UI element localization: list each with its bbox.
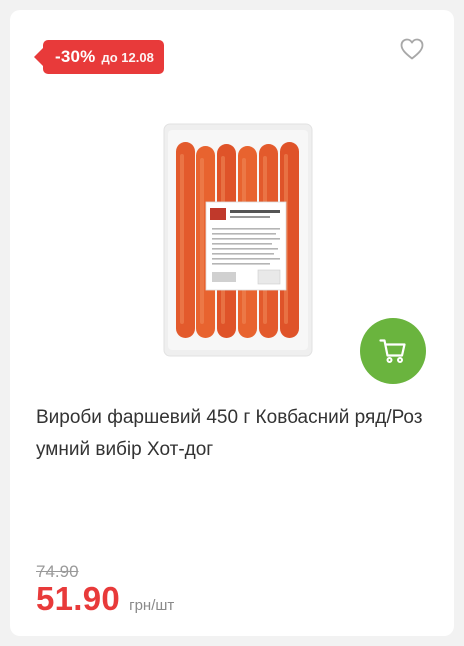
heart-outline-icon xyxy=(400,38,424,60)
discount-until: до 12.08 xyxy=(101,49,154,65)
favorite-button[interactable] xyxy=(400,38,424,60)
cart-icon xyxy=(379,339,406,363)
discount-badge: -30% до 12.08 xyxy=(34,40,164,74)
product-title[interactable]: Вироби фаршевий 450 г Ковбасний ряд/Розу… xyxy=(36,402,431,466)
discount-percent: -30% xyxy=(55,47,96,66)
price-row: 51.90 грн/шт xyxy=(36,580,174,618)
product-card[interactable]: -30% до 12.08 Вироби фаршевий 450 г Ковб… xyxy=(10,10,454,636)
price-unit: грн/шт xyxy=(129,597,175,614)
sausage-pack-image xyxy=(163,123,313,357)
current-price: 51.90 xyxy=(36,580,121,617)
old-price: 74.90 xyxy=(36,562,79,581)
product-image[interactable] xyxy=(162,120,314,360)
add-to-cart-button[interactable] xyxy=(360,318,426,384)
